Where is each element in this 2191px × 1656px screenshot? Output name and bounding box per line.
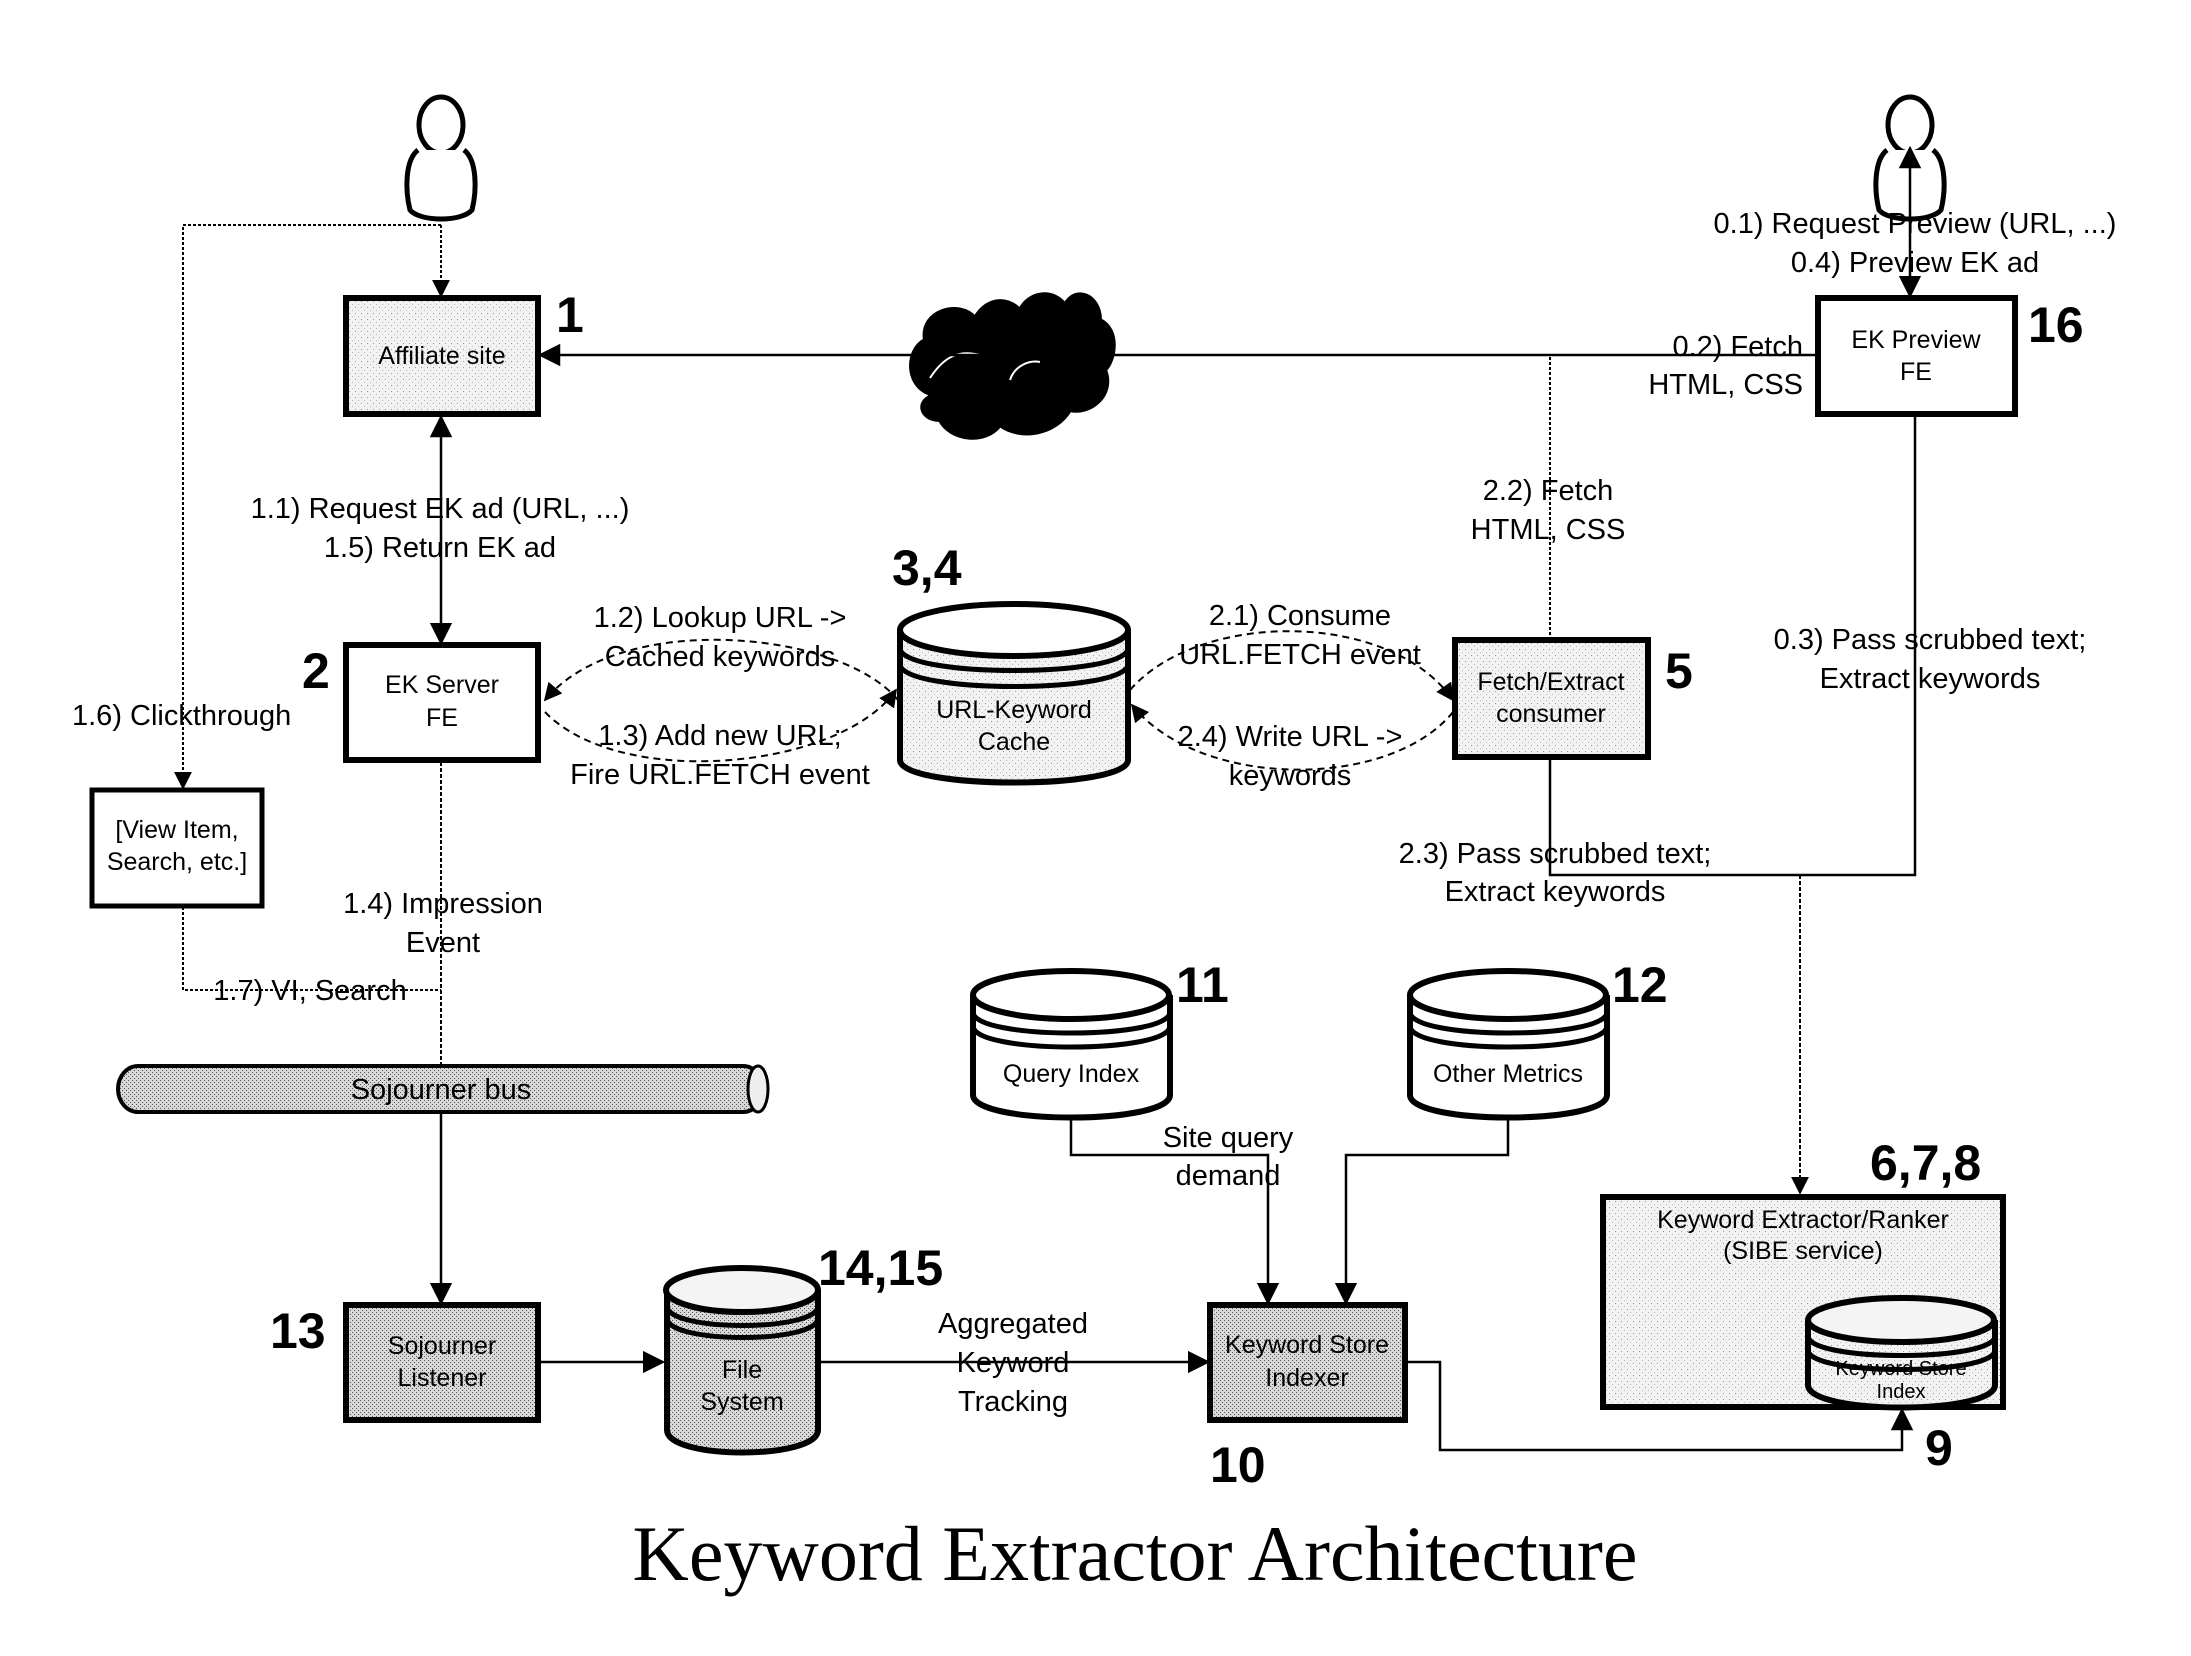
fetch-extract-line2: consumer: [1496, 700, 1606, 728]
fs-line1: File: [722, 1356, 762, 1384]
indexer-line1: Keyword Store: [1225, 1331, 1389, 1359]
edge-label-agg-c: Tracking: [958, 1386, 1068, 1418]
user-icon: [404, 94, 478, 222]
ek-preview-fe-number: 16: [2028, 297, 2084, 353]
fs-number: 14,15: [818, 1240, 943, 1296]
ks-index-line1: Keyword Store: [1835, 1358, 1966, 1380]
cache-line1: URL-Keyword: [936, 696, 1092, 724]
listener-line1: Sojourner: [388, 1332, 496, 1360]
internet-cloud-icon: [909, 292, 1116, 440]
architecture-diagram: Affiliate site 1 EK Preview FE 16 EK Ser…: [72, 94, 2117, 1597]
other-metrics-number: 12: [1612, 957, 1668, 1013]
affiliate-site-number: 1: [556, 287, 584, 343]
edge-label-1-3a: 1.3) Add new URL;: [598, 720, 841, 752]
ek-server-fe-number: 2: [302, 643, 330, 699]
ek-server-fe-line1: EK Server: [385, 671, 499, 699]
edge-label-0-2a: 0.2) Fetch: [1672, 331, 1803, 363]
edge-label-1-4b: Event: [406, 927, 480, 959]
edge-label-2-3b: Extract keywords: [1445, 876, 1666, 908]
edge-label-2-2a: 2.2) Fetch: [1483, 475, 1614, 507]
ek-preview-fe-line2: FE: [1900, 358, 1932, 386]
listener-line2: Listener: [398, 1364, 487, 1392]
edge-label-1-6: 1.6) Clickthrough: [72, 700, 291, 732]
fetch-extract-number: 5: [1665, 643, 1693, 699]
cache-line2: Cache: [978, 728, 1050, 756]
fs-line2: System: [700, 1388, 783, 1416]
sojourner-bus: Sojourner bus: [116, 1064, 770, 1114]
edge-label-2-1a: 2.1) Consume: [1209, 600, 1391, 632]
ek-preview-fe-line1: EK Preview: [1851, 326, 1981, 354]
query-index-label: Query Index: [1003, 1060, 1140, 1088]
indexer-line2: Indexer: [1265, 1364, 1348, 1392]
edge-label-1-2b: Cached keywords: [605, 641, 836, 673]
listener-number: 13: [270, 1303, 326, 1359]
file-system-cylinder: File System: [663, 1265, 821, 1456]
edge-label-1-1: 1.1) Request EK ad (URL, ...): [251, 493, 630, 525]
edge-label-0-3a: 0.3) Pass scrubbed text;: [1774, 624, 2087, 656]
edge-label-agg-a: Aggregated: [938, 1308, 1088, 1340]
edge-label-agg-b: Keyword: [957, 1347, 1070, 1379]
ek-preview-fe-box: EK Preview FE: [1815, 295, 2018, 417]
edge-label-site-query-b: demand: [1176, 1160, 1281, 1192]
sojourner-bus-label: Sojourner bus: [351, 1074, 532, 1106]
edge-label-2-4b: keywords: [1229, 760, 1352, 792]
edge-label-1-4a: 1.4) Impression: [343, 888, 543, 920]
extractor-number: 6,7,8: [1870, 1135, 1981, 1191]
other-metrics-label: Other Metrics: [1433, 1060, 1583, 1088]
edge-label-2-1b: URL.FETCH event: [1179, 639, 1421, 671]
edge-label-1-5: 1.5) Return EK ad: [324, 532, 556, 564]
extractor-line1: Keyword Extractor/Ranker: [1657, 1206, 1949, 1234]
ks-index-number: 9: [1925, 1420, 1953, 1476]
url-keyword-cache-cylinder: URL-Keyword Cache: [897, 601, 1131, 786]
edge-label-2-2b: HTML, CSS: [1471, 514, 1626, 546]
view-item-line1: [View Item,: [115, 816, 238, 844]
diagram-title: Keyword Extractor Architecture: [633, 1510, 1638, 1597]
indexer-number: 10: [1210, 1437, 1266, 1493]
affiliate-site-box: Affiliate site: [343, 295, 541, 417]
keyword-store-index-cylinder: Keyword Store Index: [1805, 1295, 1998, 1411]
view-item-box: [View Item, Search, etc.]: [89, 787, 265, 909]
edge-label-2-3a: 2.3) Pass scrubbed text;: [1399, 838, 1712, 870]
ek-server-fe-box: EK Server FE: [343, 642, 541, 763]
ek-server-fe-line2: FE: [426, 704, 458, 732]
edge-label-1-2a: 1.2) Lookup URL ->: [594, 602, 847, 634]
query-index-cylinder: Query Index: [970, 968, 1173, 1121]
edge-label-0-3b: Extract keywords: [1820, 663, 2041, 695]
edge-label-1-7: 1.7) VI, Search: [213, 975, 406, 1007]
extractor-line2: (SIBE service): [1723, 1237, 1883, 1265]
edge-label-1-3b: Fire URL.FETCH event: [570, 759, 870, 791]
sojourner-listener-box: Sojourner Listener: [343, 1302, 541, 1423]
other-metrics-arrow: [1334, 1118, 1510, 1306]
query-index-number: 11: [1176, 957, 1229, 1013]
ks-index-line2: Index: [1877, 1381, 1926, 1403]
cache-number: 3,4: [892, 540, 962, 596]
keyword-store-indexer-box: Keyword Store Indexer: [1207, 1302, 1408, 1423]
edge-label-site-query-a: Site query: [1163, 1122, 1294, 1154]
edge-label-0-4: 0.4) Preview EK ad: [1791, 247, 2039, 279]
edge-label-2-4a: 2.4) Write URL ->: [1178, 721, 1403, 753]
edge-label-0-1: 0.1) Request Preview (URL, ...): [1714, 208, 2117, 240]
fetch-extract-line1: Fetch/Extract: [1477, 668, 1624, 696]
fetch-extract-consumer-box: Fetch/Extract consumer: [1452, 637, 1651, 760]
affiliate-site-label: Affiliate site: [378, 342, 505, 370]
other-metrics-cylinder: Other Metrics: [1407, 968, 1610, 1121]
view-item-line2: Search, etc.]: [107, 848, 247, 876]
edge-label-0-2b: HTML, CSS: [1648, 369, 1803, 401]
